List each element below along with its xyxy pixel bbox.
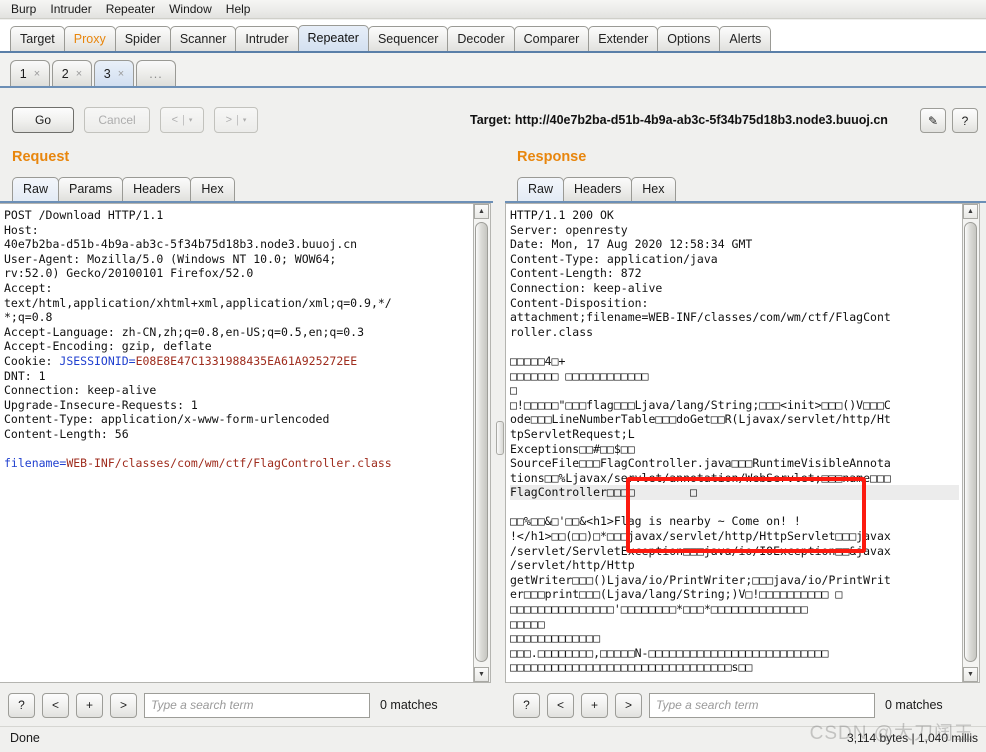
menu-item-window[interactable]: Window [162,1,219,18]
pencil-icon[interactable]: ✎ [920,108,946,133]
tab-scanner[interactable]: Scanner [169,26,237,51]
request-editor[interactable]: POST /Download HTTP/1.1 Host: 40e7b2ba-d… [0,203,474,683]
request-tab-raw[interactable]: Raw [12,177,60,201]
forward-button[interactable]: > | ▾ [214,107,258,133]
tab-extender[interactable]: Extender [588,26,659,51]
tab-target[interactable]: Target [10,26,65,51]
menu-item-help[interactable]: Help [219,1,258,18]
suite-tab-strip: Target Proxy Spider Scanner Intruder Rep… [0,20,986,53]
request-tab-hex[interactable]: Hex [190,177,235,201]
tab-spider[interactable]: Spider [114,26,171,51]
back-button-inner: < | ▾ [172,114,193,126]
request-body-param-value: WEB-INF/classes/com/wm/ctf/FlagControlle… [66,456,392,471]
menu-bar: Burp Intruder Repeater Window Help [0,0,986,19]
request-search-add-button[interactable]: + [76,692,103,718]
status-text: Done [10,731,40,745]
request-tab-headers[interactable]: Headers [122,177,192,201]
burp-suite-window: Burp Intruder Repeater Window Help Targe… [0,0,986,752]
response-tab-headers[interactable]: Headers [563,177,633,201]
response-text-part3: □□%□□&□'□□&<h1>Flag is nearby ~ Come on!… [510,514,891,675]
request-search-input[interactable]: Type a search term [144,692,370,718]
cancel-button[interactable]: Cancel [84,107,150,133]
forward-arrow-icon: > [225,114,233,126]
response-search-prev-button[interactable]: < [547,692,574,718]
repeater-tab-1[interactable]: 1 × [10,60,50,86]
request-search-bar: ? < + > Type a search term 0 matches [8,692,438,718]
request-scrollbar[interactable]: ▲ ▼ [474,203,491,683]
response-pane-title: Response [517,149,587,165]
suite-tab-row: Target Proxy Spider Scanner Intruder Rep… [10,25,772,51]
scroll-up-icon[interactable]: ▲ [474,204,489,219]
request-body-param-name: filename= [4,456,67,471]
response-search-next-button[interactable]: > [615,692,642,718]
tab-comparer[interactable]: Comparer [513,26,590,51]
response-tab-hex[interactable]: Hex [631,177,676,201]
tab-intruder[interactable]: Intruder [235,26,299,51]
tab-alerts[interactable]: Alerts [719,26,772,51]
close-icon[interactable]: × [34,68,40,80]
scroll-down-icon[interactable]: ▼ [963,667,978,682]
request-pane-title: Request [12,149,70,165]
response-view-tabs: Raw Headers Hex [517,177,676,201]
request-cookie-value: E08E8E47C1331988435EA61A925272EE [135,353,358,368]
response-tab-raw[interactable]: Raw [517,177,565,201]
repeater-tab-1-label: 1 [19,66,27,81]
splitter-grip[interactable] [496,421,504,455]
back-button[interactable]: < | ▾ [160,107,204,133]
divider: | [236,114,239,126]
request-search-next-button[interactable]: > [110,692,137,718]
close-icon[interactable]: × [76,68,82,80]
response-scrollbar[interactable]: ▲ ▼ [963,203,980,683]
request-view-tabs: Raw Params Headers Hex [12,177,235,201]
chevron-down-icon: ▾ [188,117,193,124]
repeater-tab-strip: 1 × 2 × 3 × ... [0,53,986,88]
response-size-timing: 3,114 bytes | 1,040 millis [847,731,978,745]
repeater-tab-3[interactable]: 3 × [94,60,134,86]
scroll-down-icon[interactable]: ▼ [474,667,489,682]
tab-repeater[interactable]: Repeater [297,25,369,51]
response-search-input[interactable]: Type a search term [649,692,875,718]
tab-sequencer[interactable]: Sequencer [367,26,449,51]
tab-decoder[interactable]: Decoder [447,26,515,51]
close-icon[interactable]: × [118,68,124,80]
request-mid-text: DNT: 1 Connection: keep-alive Upgrade-In… [4,368,330,441]
go-button[interactable]: Go [12,107,74,133]
response-search-bar: ? < + > Type a search term 0 matches [513,692,943,718]
response-raw-text: HTTP/1.1 200 OK Server: openresty Date: … [506,204,962,675]
response-editor[interactable]: HTTP/1.1 200 OK Server: openresty Date: … [505,203,963,683]
repeater-tab-3-label: 3 [103,66,111,81]
response-search-add-button[interactable]: + [581,692,608,718]
repeater-tab-new[interactable]: ... [136,60,176,86]
request-cookie-name: JSESSIONID= [59,353,136,368]
scroll-thumb[interactable] [964,222,977,662]
repeater-tab-2-label: 2 [61,66,69,81]
status-bar [0,726,986,752]
request-raw-text: POST /Download HTTP/1.1 Host: 40e7b2ba-d… [0,204,473,471]
request-head-text: POST /Download HTTP/1.1 Host: 40e7b2ba-d… [4,208,392,368]
chevron-down-icon: ▾ [242,117,247,124]
menu-item-intruder[interactable]: Intruder [43,1,98,18]
tab-options[interactable]: Options [657,26,721,51]
response-search-help-button[interactable]: ? [513,692,540,718]
repeater-tab-row: 1 × 2 × 3 × ... [10,60,178,86]
back-arrow-icon: < [171,114,179,126]
repeater-tab-2[interactable]: 2 × [52,60,92,86]
menu-item-repeater[interactable]: Repeater [99,1,162,18]
response-match-count: 0 matches [885,698,943,712]
response-highlighted-line: FlagController□□□□ □ [510,485,959,500]
request-match-count: 0 matches [380,698,438,712]
request-tab-params[interactable]: Params [58,177,124,201]
forward-button-inner: > | ▾ [226,114,247,126]
tab-proxy[interactable]: Proxy [63,26,116,51]
response-text-part1: HTTP/1.1 200 OK Server: openresty Date: … [510,208,891,485]
help-icon[interactable]: ? [952,108,978,133]
request-search-help-button[interactable]: ? [8,692,35,718]
menu-item-burp[interactable]: Burp [4,1,43,18]
pane-splitter[interactable] [495,203,505,683]
request-search-prev-button[interactable]: < [42,692,69,718]
target-url-label: Target: http://40e7b2ba-d51b-4b9a-ab3c-5… [470,113,888,127]
scroll-thumb[interactable] [475,222,488,662]
divider: | [182,114,185,126]
scroll-up-icon[interactable]: ▲ [963,204,978,219]
